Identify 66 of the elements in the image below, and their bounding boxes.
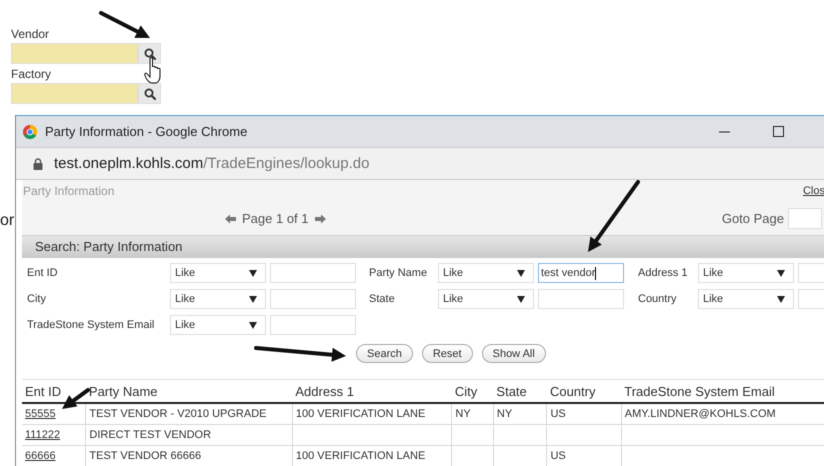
page-title: Party Information	[23, 184, 114, 198]
column-header: Address 1	[292, 380, 452, 403]
operator-dropdown[interactable]: Like	[698, 289, 794, 309]
left-arrow-icon[interactable]	[225, 214, 236, 224]
table-cell: 100 VERIFICATION LANE	[296, 450, 426, 462]
table-cell: 100 VERIFICATION LANE	[296, 408, 426, 420]
lookup-button[interactable]	[138, 43, 161, 64]
maximize-icon[interactable]	[773, 126, 784, 138]
column-header: City	[452, 380, 494, 403]
table-cell: NY	[496, 408, 512, 420]
operator-dropdown[interactable]: Like	[438, 289, 534, 309]
lock-icon	[33, 158, 43, 170]
action-button[interactable]: Show All	[482, 344, 546, 363]
action-button[interactable]: Search	[356, 344, 413, 363]
column-header: Country	[546, 380, 622, 403]
operator-dropdown[interactable]: Like	[170, 315, 266, 335]
section-header: Search: Party Information	[22, 236, 824, 258]
field-label: Party Name	[369, 267, 428, 279]
input-field[interactable]	[270, 263, 356, 283]
table-cell: DIRECT TEST VENDOR	[89, 429, 212, 441]
action-button[interactable]: Reset	[422, 344, 473, 363]
partial-text: or	[0, 212, 14, 230]
field-label: Factory	[11, 66, 52, 82]
table-cell: US	[550, 408, 566, 420]
caret-icon	[517, 296, 525, 302]
caret-icon	[777, 270, 785, 276]
lookup-button[interactable]	[138, 83, 161, 104]
input-field[interactable]	[270, 289, 356, 309]
input-field[interactable]	[11, 43, 138, 64]
input-field[interactable]	[538, 289, 624, 309]
table-cell: TEST VENDOR 66666	[89, 450, 202, 462]
table-cell: AMY.LINDNER@KOHLS.COM	[624, 408, 776, 420]
field-label: Address 1	[638, 267, 689, 279]
input-field[interactable]	[270, 315, 356, 335]
operator-dropdown[interactable]: Like	[170, 289, 266, 309]
caret-icon	[777, 296, 785, 302]
field-label: Goto Page	[722, 211, 784, 226]
hand-cursor-icon	[144, 57, 161, 84]
table-cell: US	[550, 450, 566, 462]
table-cell: NY	[455, 408, 471, 420]
field-label: Ent ID	[27, 267, 59, 279]
caret-icon	[249, 270, 257, 276]
field-label: Country	[638, 293, 678, 305]
field-label: State	[369, 293, 396, 305]
column-header: TradeStone System Email	[621, 380, 824, 403]
search-icon	[143, 47, 156, 60]
search-icon	[143, 87, 156, 100]
page-indicator: Page 1 of 1	[242, 211, 308, 226]
window-title: Party Information - Google Chrome	[45, 124, 248, 140]
operator-dropdown[interactable]: Like	[698, 263, 794, 283]
column-header: Party Name	[86, 380, 292, 403]
field-label: City	[27, 293, 47, 305]
operator-dropdown[interactable]: Like	[438, 263, 534, 283]
field-label: TradeStone System Email	[27, 319, 156, 331]
operator-dropdown[interactable]: Like	[170, 263, 266, 283]
page-input[interactable]	[788, 208, 822, 229]
column-header: State	[493, 380, 547, 403]
right-arrow-icon[interactable]	[314, 214, 326, 224]
caret-icon	[249, 322, 257, 328]
caret-icon	[517, 270, 525, 276]
caret-icon	[249, 296, 257, 302]
field-label: Vendor	[11, 26, 50, 42]
table-cell: TEST VENDOR - V2010 UPGRADE	[89, 408, 266, 420]
browser-logo-icon	[23, 124, 37, 139]
input-field[interactable]: test vendor	[538, 263, 624, 283]
input-field[interactable]	[11, 83, 138, 104]
